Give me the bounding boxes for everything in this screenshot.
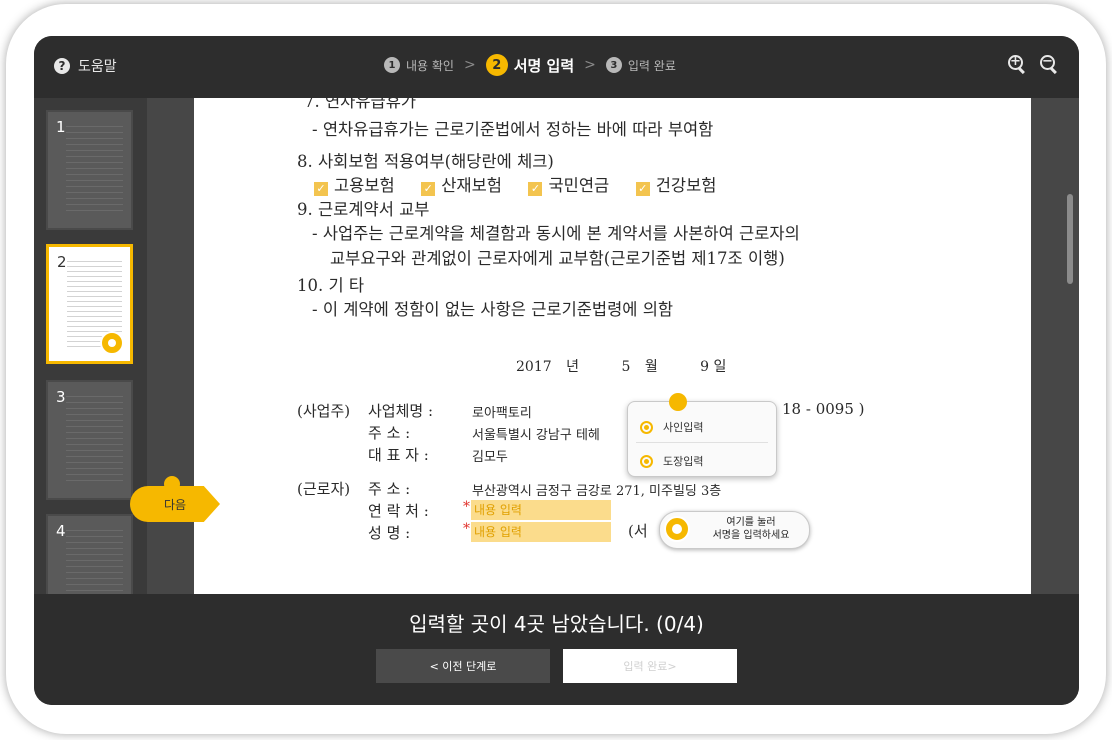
employer-address: 서울특별시 강남구 테헤 (472, 428, 600, 443)
vertical-scrollbar[interactable] (1067, 194, 1073, 284)
employer-row-label: 사업체명 : (368, 402, 434, 420)
employer-representative: 김모두 (472, 450, 508, 465)
employee-address-label: 주 소 : (368, 480, 411, 498)
insurance-item: 국민연금 (548, 176, 610, 195)
remaining-fields-message: 입력할 곳이 4곳 남았습니다. (0/4) (409, 612, 704, 636)
step-2: 2 서명 입력 (485, 54, 575, 76)
date-year: 2017 (516, 359, 552, 375)
insurance-checklist: ✓ 고용보험 ✓ 산재보험 ✓ 국민연금 ✓ 건강보험 (314, 172, 716, 196)
right-gutter (1031, 98, 1079, 594)
checkbox-checked-icon: ✓ (421, 182, 436, 196)
help-button[interactable]: ? 도움말 (54, 56, 117, 76)
contact-input[interactable]: 내용 입력 (471, 500, 611, 520)
insurance-title: 8. 사회보험 적용여부(해당란에 체크) (297, 152, 554, 171)
date-day-unit: 일 (713, 359, 727, 375)
etc-title: 10. 기 타 (297, 276, 365, 295)
next-button[interactable]: 다음 (130, 486, 220, 522)
complete-input-button[interactable]: 입력 완료> (563, 649, 737, 683)
page-number: 2 (57, 253, 67, 271)
signature-marker-icon (664, 516, 690, 542)
bottom-bar: 입력할 곳이 4곳 남았습니다. (0/4) < 이전 단계로 입력 완료> (34, 594, 1079, 705)
step-2-number: 2 (485, 54, 508, 76)
checkbox-checked-icon: ✓ (314, 182, 328, 196)
employer-company: 로아팩토리 (472, 406, 532, 421)
page-thumbnail-1[interactable]: 1 (46, 110, 133, 230)
leave-text: - 연차유급휴가는 근로기준법에서 정하는 바에 따라 부여함 (312, 120, 714, 139)
contract-title: 9. 근로계약서 교부 (297, 200, 430, 219)
signature-type-popup: 사인입력 도장입력 (627, 393, 777, 477)
previous-step-button[interactable]: < 이전 단계로 (376, 649, 550, 683)
popup-divider (636, 442, 768, 443)
step-1-number: 1 (384, 57, 400, 73)
etc-line: - 이 계약에 정함이 없는 사항은 근로기준법령에 의함 (312, 300, 674, 319)
step-3: 3 입력 완료 (605, 57, 676, 74)
page-number: 3 (56, 388, 66, 406)
page-number: 1 (56, 118, 66, 136)
signature-hint-line: 서명을 입력하세요 (712, 530, 790, 541)
zoom-in-symbol: + (1010, 54, 1021, 69)
page-thumbnail-2[interactable]: 2 (46, 244, 133, 364)
popup-anchor-dot (669, 393, 687, 411)
employer-row-label: 주 소 : (368, 424, 411, 442)
employer-phone: 18 - 0095 ) (782, 400, 865, 418)
insurance-item: 건강보험 (655, 176, 717, 195)
step-3-label: 입력 완료 (627, 58, 676, 73)
employer-row-label: 대 표 자 : (368, 446, 429, 464)
signature-hint-text: 여기를 눌러 서명을 입력하세요 (698, 516, 804, 542)
document-page: 7. 연차유급휴가 - 연차유급휴가는 근로기준법에서 정하는 바에 따라 부여… (194, 98, 1031, 594)
date-day: 9 (700, 359, 710, 375)
step-1-label: 내용 확인 (406, 58, 454, 73)
page-thumbnail-sidebar: 1 2 3 4 (34, 98, 147, 634)
required-mark: * (463, 499, 470, 515)
page-thumbnail-3[interactable]: 3 (46, 380, 133, 500)
next-button-label: 다음 (163, 497, 187, 512)
insurance-item: 산재보험 (441, 176, 502, 195)
page-number: 4 (56, 522, 66, 540)
radio-icon (640, 454, 653, 468)
signature-hint-line: 여기를 눌러 (726, 517, 776, 528)
signature-option-label: 사인입력 (663, 421, 704, 434)
signature-input-button[interactable]: 여기를 눌러 서명을 입력하세요 (659, 511, 810, 549)
contract-line-2: 교부요구와 관계없이 근로자에게 교부함(근로기준법 제17조 이행) (330, 249, 785, 268)
zoom-out-symbol: − (1042, 54, 1053, 69)
signature-option[interactable]: 사인입력 (640, 419, 703, 435)
help-icon: ? (54, 58, 70, 74)
chevron-right-icon: > (463, 57, 476, 73)
signature-label: (서 (628, 522, 648, 540)
insurance-item: 고용보험 (334, 176, 395, 195)
zoom-out-icon[interactable]: − (1039, 54, 1059, 75)
step-3-number: 3 (605, 57, 622, 73)
stamp-option[interactable]: 도장입력 (640, 453, 703, 469)
date-month-unit: 월 (644, 359, 658, 375)
date-year-unit: 년 (566, 359, 579, 375)
help-label: 도움말 (78, 59, 117, 75)
employee-label: (근로자) (297, 480, 351, 498)
stamp-option-label: 도장입력 (663, 455, 704, 468)
step-2-label: 서명 입력 (513, 56, 575, 75)
employer-label: (사업주) (297, 402, 351, 420)
zoom-controls: + − (1007, 54, 1059, 75)
date-month: 5 (621, 359, 631, 375)
step-1: 1 내용 확인 (384, 57, 454, 74)
radio-icon (640, 420, 653, 434)
name-input[interactable]: 내용 입력 (471, 522, 611, 542)
chevron-right-icon: > (584, 57, 596, 73)
contract-line-1: - 사업주는 근로계약을 체결함과 동시에 본 계약서를 사본하여 근로자의 (312, 224, 800, 243)
checkbox-checked-icon: ✓ (635, 182, 650, 196)
section-7-title: 7. 연차유급휴가 (304, 98, 417, 111)
contract-date: 2017 년 5 월 9 일 (516, 356, 726, 376)
employee-address: 부산광역시 금정구 금강로 271, 미주빌딩 3층 (472, 484, 722, 499)
step-indicator: 1 내용 확인 > 2 서명 입력 > 3 입력 완료 (384, 54, 676, 76)
employee-name-label: 성 명 : (368, 524, 411, 542)
app-screen: ? 도움말 1 내용 확인 > 2 서명 입력 > 3 입력 완료 + − 1 … (34, 36, 1079, 705)
employee-contact-label: 연 락 처 : (368, 502, 429, 520)
required-mark: * (463, 521, 470, 537)
signature-marker-icon (100, 331, 124, 355)
checkbox-checked-icon: ✓ (528, 182, 543, 196)
top-bar: ? 도움말 1 내용 확인 > 2 서명 입력 > 3 입력 완료 + − (34, 36, 1079, 98)
zoom-in-icon[interactable]: + (1007, 54, 1027, 75)
